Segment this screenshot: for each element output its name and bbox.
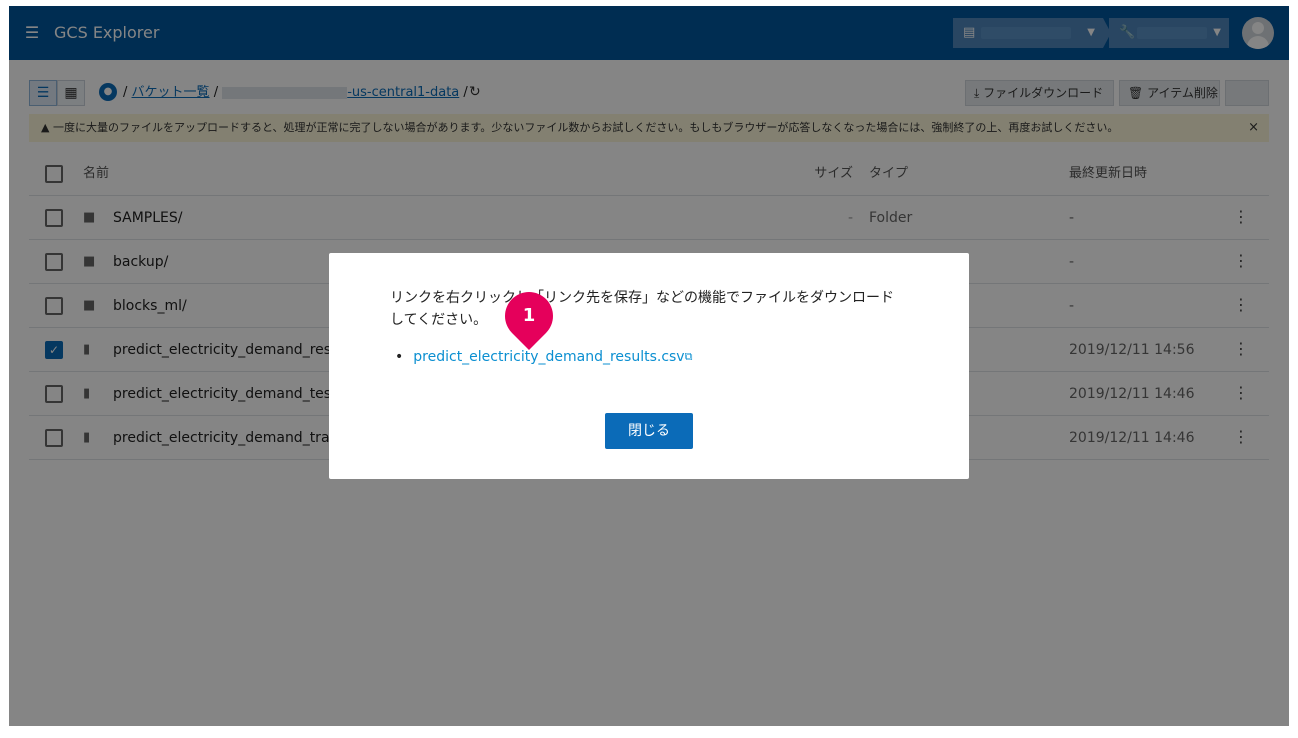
download-dialog: リンクを右クリックし「リンク先を保存」などの機能でファイルをダウンロード してく… bbox=[329, 253, 969, 479]
download-link-list: • predict_electricity_demand_results.csv⧉ bbox=[395, 347, 692, 367]
list-bullet: • bbox=[395, 349, 404, 365]
dialog-message: リンクを右クリックし「リンク先を保存」などの機能でファイルをダウンロード してく… bbox=[390, 290, 894, 328]
app-window: ☰ GCS Explorer ▤ ▼ 🔧 ▼ ☰ ▦ ● / バケット一覧 / … bbox=[9, 6, 1289, 726]
external-link-icon: ⧉ bbox=[684, 350, 693, 363]
close-dialog-button[interactable]: 閉じる bbox=[605, 413, 693, 449]
callout-marker: 1 bbox=[495, 282, 563, 350]
download-file-link[interactable]: predict_electricity_demand_results.csv bbox=[413, 349, 684, 365]
callout-number: 1 bbox=[522, 305, 536, 326]
